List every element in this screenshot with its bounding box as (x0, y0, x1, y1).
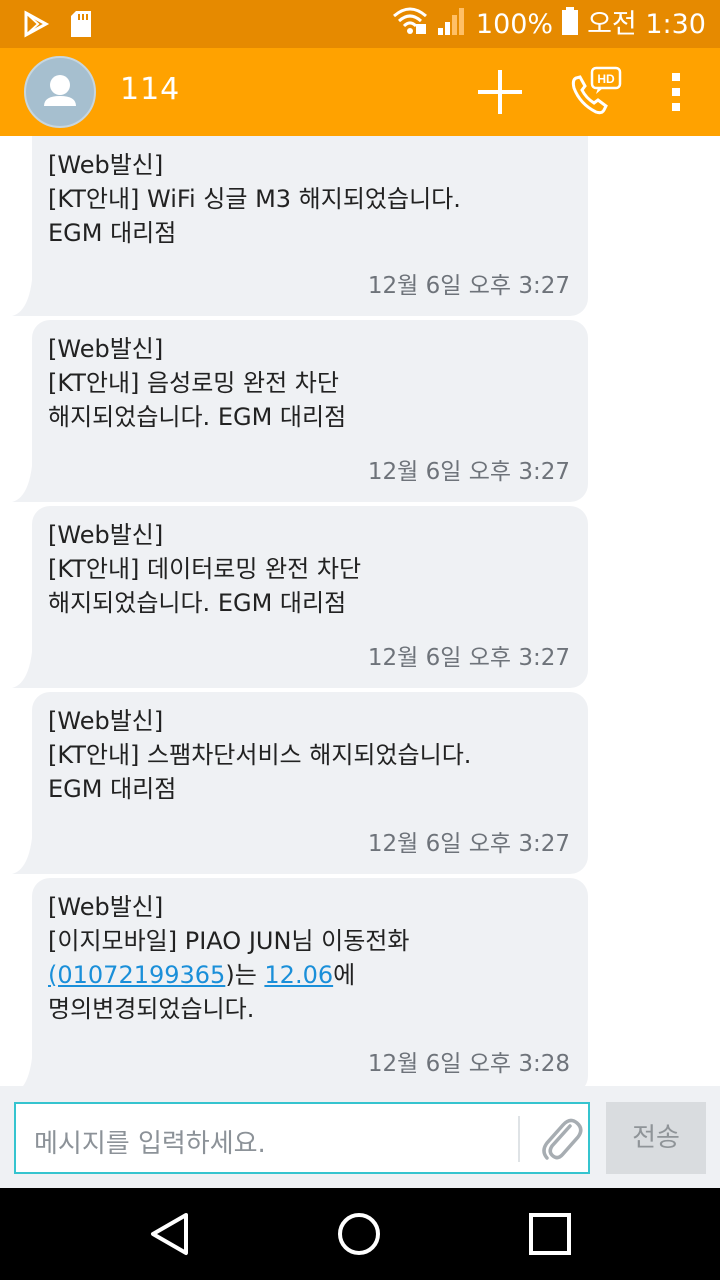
more-icon[interactable] (656, 48, 696, 136)
message-text: [Web발신] [KT안내] 스팸차단서비스 해지되었습니다. EGM 대리점 (48, 707, 472, 803)
battery-percent: 100% (475, 8, 554, 40)
clock: 오전 1:30 (587, 8, 706, 40)
hd-call-icon[interactable]: HD (566, 48, 626, 136)
message-input[interactable]: 메시지를 입력하세요. (14, 1102, 590, 1174)
message-text: [Web발신] [KT안내] WiFi 싱글 M3 해지되었습니다. EGM 대리점 (48, 151, 461, 247)
app-bar: 114 HD (0, 48, 720, 136)
svg-text:HD: HD (597, 72, 615, 86)
avatar[interactable] (24, 56, 96, 128)
compose-bar: 메시지를 입력하세요. 전송 (0, 1086, 720, 1188)
send-button[interactable]: 전송 (606, 1102, 706, 1174)
message-text: [Web발신] [KT안내] 데이터로밍 완전 차단 해지되었습니다. EGM 대리… (48, 521, 362, 617)
message-bubble[interactable]: [Web발신] [KT안내] 음성로밍 완전 차단 해지되었습니다. EGM 대리점… (12, 320, 588, 502)
divider (518, 1116, 520, 1162)
message-bubble[interactable]: [Web발신] [KT안내] 데이터로밍 완전 차단 해지되었습니다. EGM 대리… (12, 506, 588, 688)
signal-icon (436, 6, 468, 43)
message-list[interactable]: [Web발신] [KT안내] WiFi 싱글 M3 해지되었습니다. EGM 대리점… (0, 136, 720, 1086)
date-link[interactable]: 12.06 (264, 961, 333, 989)
attach-icon[interactable] (534, 1112, 588, 1168)
battery-icon (561, 6, 579, 43)
navigation-bar (0, 1188, 720, 1280)
recents-icon[interactable] (490, 1188, 610, 1280)
wifi-icon (392, 6, 428, 43)
bubble-tail (12, 838, 52, 874)
status-bar: 100% 오전 1:30 (0, 0, 720, 48)
home-icon[interactable] (299, 1188, 419, 1280)
message-bubble[interactable]: [Web발신] [KT안내] 스팸차단서비스 해지되었습니다. EGM 대리점 12… (12, 692, 588, 874)
message-time: 12월 6일 오후 3:27 (367, 831, 570, 857)
bubble-tail (12, 466, 52, 502)
add-icon[interactable] (470, 48, 530, 136)
message-time: 12월 6일 오후 3:27 (367, 459, 570, 485)
message-bubble[interactable]: [Web발신] [이지모바일] PIAO JUN님 이동전화 (0107219936… (23, 878, 588, 1086)
message-text: [Web발신] [이지모바일] PIAO JUN님 이동전화 (0107219936… (48, 893, 410, 1023)
person-icon (44, 75, 76, 106)
contact-name[interactable]: 114 (120, 72, 180, 107)
message-time: 12월 6일 오후 3:28 (367, 1051, 570, 1077)
message-bubble[interactable]: [Web발신] [KT안내] WiFi 싱글 M3 해지되었습니다. EGM 대리점… (12, 136, 588, 316)
message-input-placeholder[interactable]: 메시지를 입력하세요. (34, 1123, 266, 1160)
bubble-tail (12, 280, 52, 316)
message-time: 12월 6일 오후 3:27 (367, 645, 570, 671)
back-icon[interactable] (110, 1188, 230, 1280)
bubble-tail (12, 652, 52, 688)
sd-card-icon (70, 10, 92, 42)
phone-number-link[interactable]: (01072199365 (48, 961, 225, 989)
bubble-tail (23, 1058, 52, 1086)
message-text: [Web발신] [KT안내] 음성로밍 완전 차단 해지되었습니다. EGM 대리점 (48, 335, 347, 431)
message-time: 12월 6일 오후 3:27 (367, 273, 570, 299)
play-store-icon (22, 10, 50, 42)
